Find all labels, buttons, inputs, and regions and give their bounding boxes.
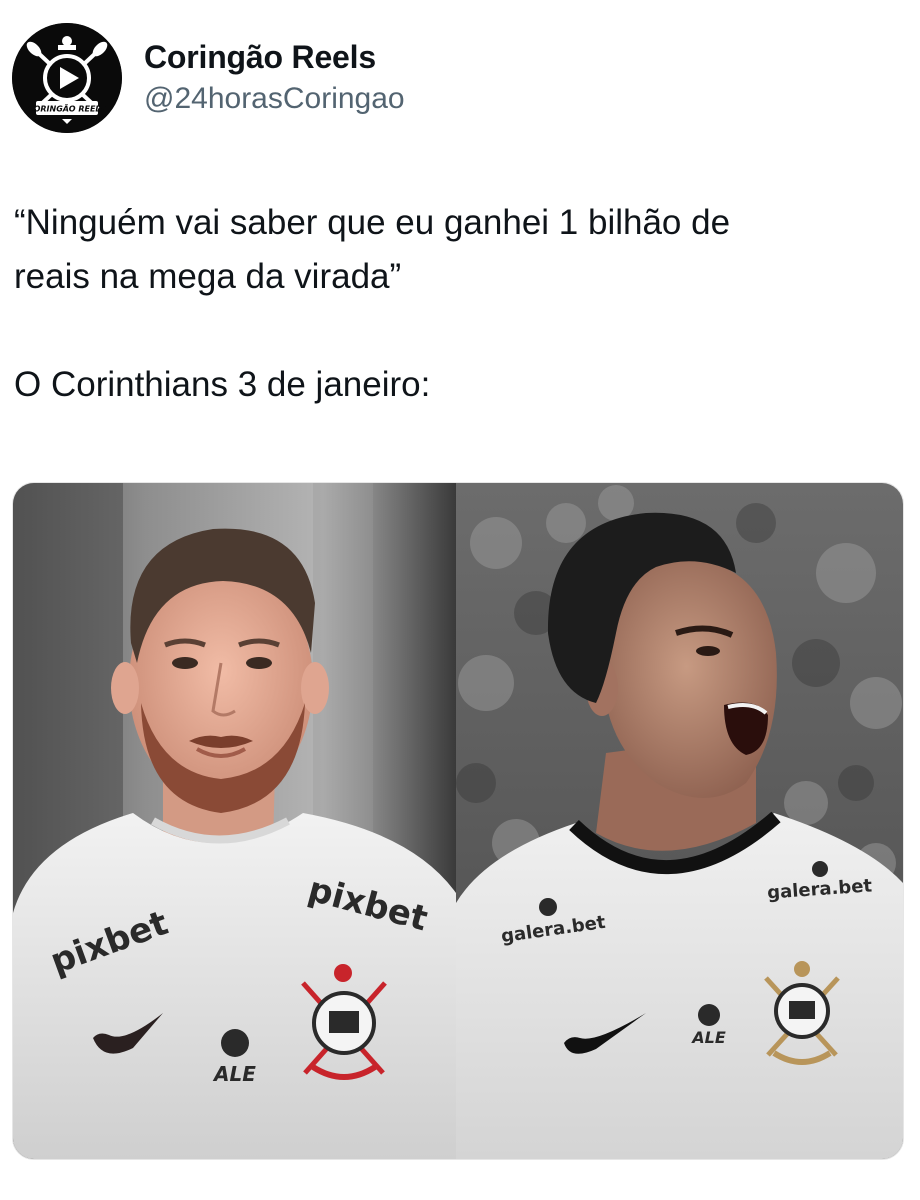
galera-bet-logo-icon bbox=[539, 898, 557, 916]
tweet-header: CORINGÃO REELS Coringão Reels @24horasCo… bbox=[12, 22, 405, 134]
author-display-name[interactable]: Coringão Reels bbox=[144, 37, 405, 77]
avatar-banner-text: CORINGÃO REELS bbox=[28, 104, 107, 114]
tweet-text-line-1: “Ninguém vai saber que eu ganhei 1 bilhã… bbox=[14, 203, 731, 242]
tweet-text-line-2: reais na mega da virada” bbox=[14, 257, 402, 296]
galera-bet-logo-icon bbox=[812, 861, 828, 877]
tweet-text: “Ninguém vai saber que eu ganhei 1 bilhã… bbox=[14, 196, 894, 412]
left-shirt-sleeve-sponsor: ALE bbox=[212, 1062, 256, 1086]
right-player-photo[interactable]: galera.bet galera.bet ALE bbox=[456, 483, 903, 1159]
tweet-text-line-3: O Corinthians 3 de janeiro: bbox=[14, 365, 431, 404]
avatar[interactable]: CORINGÃO REELS bbox=[12, 23, 122, 133]
left-player-photo[interactable]: pixbet pixbet ALE bbox=[13, 483, 456, 1159]
tweet-media[interactable]: pixbet pixbet ALE galera.bet galera.bet … bbox=[12, 482, 904, 1160]
ale-logo-icon bbox=[698, 1004, 720, 1026]
ale-logo-icon bbox=[221, 1029, 249, 1057]
right-shirt-sleeve-sponsor: ALE bbox=[690, 1028, 726, 1047]
corinthians-reels-logo-icon: CORINGÃO REELS bbox=[12, 23, 122, 133]
author-handle[interactable]: @24horasCoringao bbox=[144, 79, 405, 119]
right-photo-illustration: galera.bet galera.bet ALE bbox=[456, 483, 903, 1159]
left-photo-illustration: pixbet pixbet ALE bbox=[13, 483, 456, 1159]
